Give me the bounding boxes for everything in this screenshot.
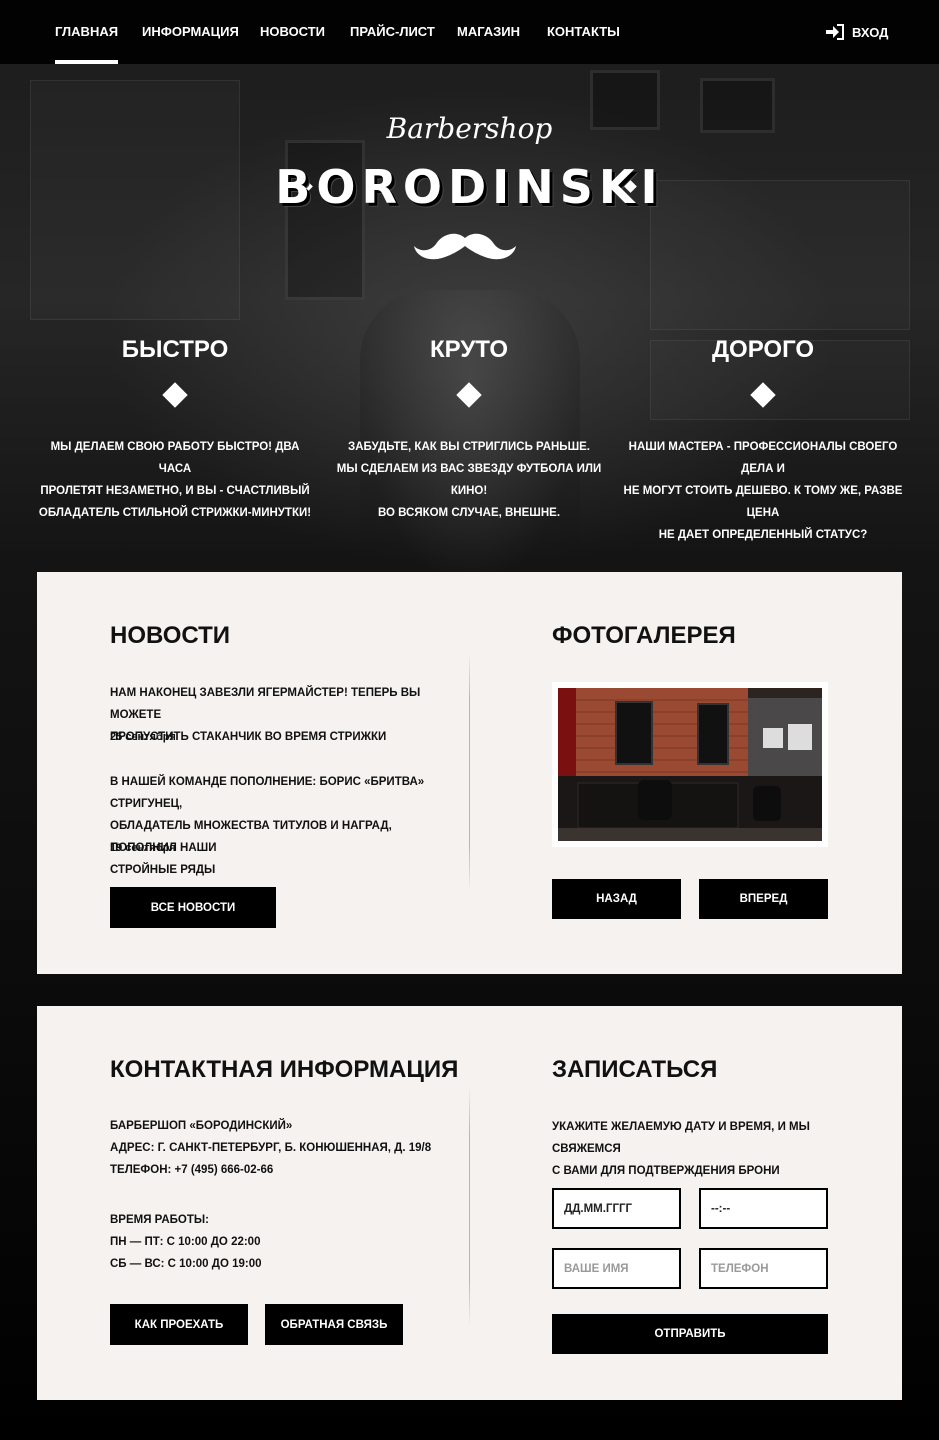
phone-field[interactable]: ТЕЛЕФОН [699, 1248, 828, 1289]
contacts-booking-panel: КОНТАКТНАЯ ИНФОРМАЦИЯ БАРБЕРШОП «БОРОДИН… [37, 1006, 902, 1400]
booking-description: УКАЖИТЕ ЖЕЛАЕМУЮ ДАТУ И ВРЕМЯ, И МЫ СВЯЖ… [552, 1121, 810, 1177]
login-link[interactable]: ВХОД [826, 24, 888, 40]
feature-text: ЗАБУДЬТЕ, КАК ВЫ СТРИГЛИСЬ РАНЬШЕ. МЫ СД… [336, 441, 602, 519]
contact-phone[interactable]: ТЕЛЕФОН: +7 (495) 666-02-66 [110, 1164, 273, 1176]
diamond-icon [750, 382, 776, 408]
news-item-date: 19 сентября [110, 842, 176, 854]
hours-weekdays: ПН — ПТ: С 10:00 ДО 22:00 [110, 1236, 261, 1248]
name-field[interactable]: ВАШЕ ИМЯ [552, 1248, 681, 1289]
nav-item-contacts[interactable]: КОНТАКТЫ [547, 24, 620, 64]
feature-title: БЫСТРО [121, 336, 229, 363]
news-item-date: 25 сентября [110, 731, 176, 743]
diamond-icon [162, 382, 188, 408]
nav-item-shop[interactable]: МАГАЗИН [457, 24, 520, 64]
gallery-prev-button[interactable]: НАЗАД [552, 879, 681, 919]
hours-title: ВРЕМЯ РАБОТЫ: [110, 1214, 209, 1226]
feature-fast: БЫСТРО МЫ ДЕЛАЕМ СВОЮ РАБОТУ БЫСТРО! ДВА… [25, 336, 325, 524]
feature-cool: КРУТО ЗАБУДЬТЕ, КАК ВЫ СТРИГЛИСЬ РАНЬШЕ.… [319, 336, 619, 524]
top-nav: ГЛАВНАЯ ИНФОРМАЦИЯ НОВОСТИ ПРАЙС-ЛИСТ МА… [0, 0, 939, 64]
submit-button[interactable]: ОТПРАВИТЬ [552, 1314, 828, 1354]
feature-title: КРУТО [430, 336, 508, 363]
panel-divider [469, 1086, 470, 1326]
nav-item-news[interactable]: НОВОСТИ [260, 24, 325, 64]
gallery-photo[interactable] [558, 688, 822, 841]
route-button[interactable]: КАК ПРОЕХАТЬ [110, 1304, 248, 1345]
contact-shop-name: БАРБЕРШОП «БОРОДИНСКИЙ» [110, 1120, 293, 1132]
hours-weekend: СБ — ВС: С 10:00 ДО 19:00 [110, 1258, 262, 1270]
news-item-text[interactable]: В НАШЕЙ КОМАНДЕ ПОПОЛНЕНИЕ: БОРИС «БРИТВ… [110, 771, 440, 881]
feature-text: МЫ ДЕЛАЕМ СВОЮ РАБОТУ БЫСТРО! ДВА ЧАСА П… [38, 441, 312, 519]
feature-expensive: ДОРОГО НАШИ МАСТЕРА - ПРОФЕССИОНАЛЫ СВОЕ… [613, 336, 913, 546]
feature-title: ДОРОГО [711, 336, 815, 363]
logo-title: BORODINSKI [275, 160, 664, 214]
date-field[interactable]: ДД.ММ.ГГГГ [552, 1188, 681, 1229]
time-field[interactable]: --:-- [699, 1188, 828, 1229]
nav-item-price-list[interactable]: ПРАЙС-ЛИСТ [350, 24, 435, 64]
login-label: ВХОД [852, 24, 889, 40]
news-gallery-panel: НОВОСТИ НАМ НАКОНЕЦ ЗАВЕЗЛИ ЯГЕРМАЙСТЕР!… [37, 572, 902, 974]
feature-text: НАШИ МАСТЕРА - ПРОФЕССИОНАЛЫ СВОЕГО ДЕЛА… [623, 441, 903, 541]
mustache-icon [412, 230, 518, 267]
news-title: НОВОСТИ [110, 622, 231, 649]
booking-title: ЗАПИСАТЬСЯ [552, 1056, 718, 1083]
gallery-next-button[interactable]: ВПЕРЕД [699, 879, 828, 919]
feedback-button[interactable]: ОБРАТНАЯ СВЯЗЬ [265, 1304, 403, 1345]
all-news-button[interactable]: ВСЕ НОВОСТИ [110, 887, 276, 928]
nav-item-info[interactable]: ИНФОРМАЦИЯ [142, 24, 239, 64]
nav-item-home[interactable]: ГЛАВНАЯ [55, 24, 119, 64]
sign-in-icon [826, 24, 844, 40]
contact-address: АДРЕС: Г. САНКТ-ПЕТЕРБУРГ, Б. КОНЮШЕННАЯ… [110, 1142, 432, 1154]
gallery-title: ФОТОГАЛЕРЕЯ [552, 622, 736, 649]
panel-divider [469, 652, 470, 892]
contacts-title: КОНТАКТНАЯ ИНФОРМАЦИЯ [110, 1056, 459, 1083]
gallery-frame [552, 682, 828, 847]
diamond-icon [456, 382, 482, 408]
logo-script: Barbershop [386, 112, 553, 145]
